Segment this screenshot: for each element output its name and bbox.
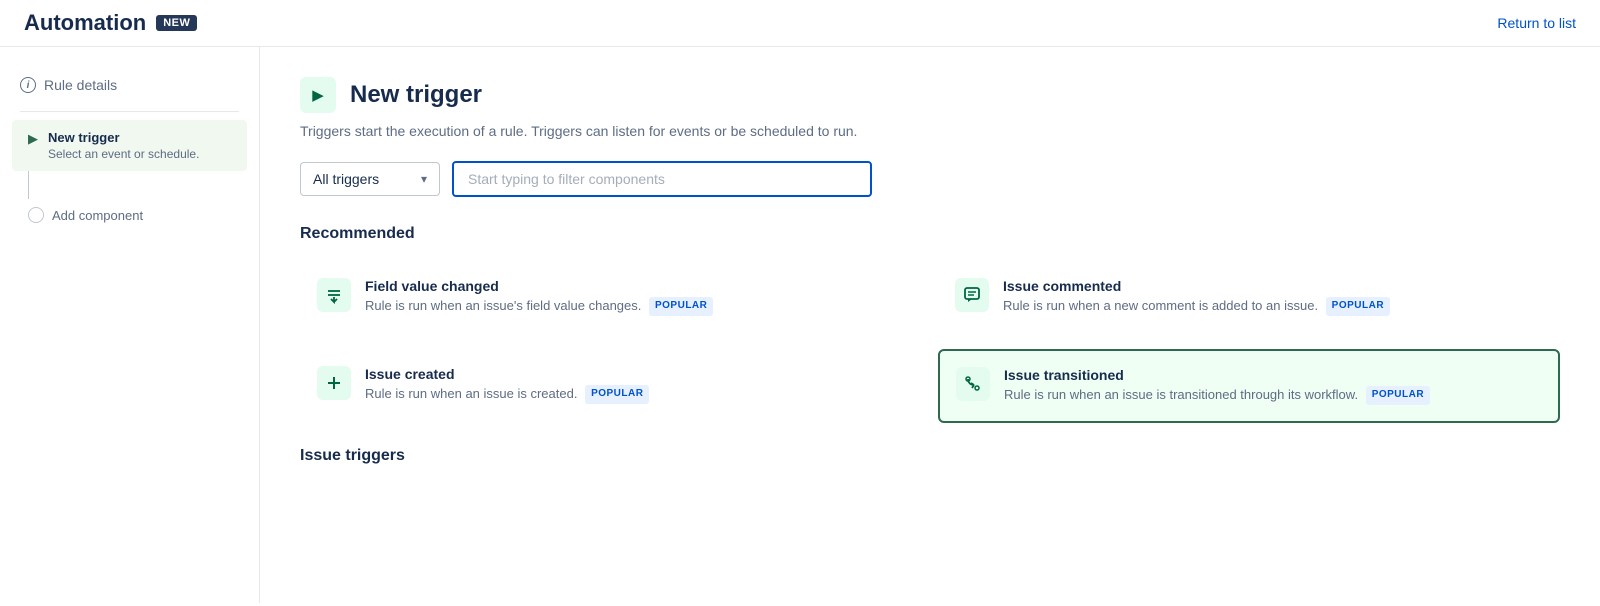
- sidebar-trigger-title: New trigger: [48, 130, 199, 145]
- card-issue-created-body: Issue created Rule is run when an issue …: [365, 366, 649, 404]
- issue-transitioned-icon: [956, 367, 990, 401]
- card-issue-commented-title: Issue commented: [1003, 278, 1390, 294]
- sidebar-divider: [20, 111, 239, 112]
- card-field-value-body: Field value changed Rule is run when an …: [365, 278, 713, 316]
- card-issue-commented[interactable]: Issue commented Rule is run when a new c…: [938, 261, 1560, 333]
- recommended-section-title: Recommended: [300, 225, 1560, 243]
- filter-row: All triggers ▾: [300, 161, 1560, 197]
- app-title: Automation: [24, 10, 146, 36]
- content-title: New trigger: [350, 81, 482, 109]
- chevron-down-icon: ▾: [421, 172, 427, 186]
- issue-triggers-section-title: Issue triggers: [300, 447, 1560, 465]
- card-issue-created-title: Issue created: [365, 366, 649, 382]
- main-layout: i Rule details ▶ New trigger Select an e…: [0, 47, 1600, 603]
- top-bar: Automation NEW Return to list: [0, 0, 1600, 47]
- card-issue-created[interactable]: Issue created Rule is run when an issue …: [300, 349, 922, 423]
- sidebar-trigger-info: New trigger Select an event or schedule.: [48, 130, 199, 161]
- return-to-list-link[interactable]: Return to list: [1497, 15, 1576, 31]
- sidebar: i Rule details ▶ New trigger Select an e…: [0, 47, 260, 603]
- popular-badge-issue-transitioned: POPULAR: [1366, 386, 1430, 405]
- sidebar-trigger-subtitle: Select an event or schedule.: [48, 147, 199, 161]
- card-issue-created-desc: Rule is run when an issue is created. PO…: [365, 385, 649, 404]
- popular-badge-issue-created: POPULAR: [585, 385, 649, 404]
- issue-created-icon: [317, 366, 351, 400]
- issue-commented-icon: [955, 278, 989, 312]
- card-field-value-desc: Rule is run when an issue's field value …: [365, 297, 713, 316]
- rule-details-label: Rule details: [44, 77, 117, 93]
- info-icon: i: [20, 77, 36, 93]
- circle-icon: [28, 207, 44, 223]
- popular-badge-field-value: POPULAR: [649, 297, 713, 316]
- sidebar-add-component[interactable]: Add component: [12, 199, 247, 231]
- add-component-label: Add component: [52, 208, 143, 223]
- play-circle-icon: ▶: [300, 77, 336, 113]
- card-field-value-changed[interactable]: Field value changed Rule is run when an …: [300, 261, 922, 333]
- dropdown-label: All triggers: [313, 171, 379, 187]
- field-value-icon: [317, 278, 351, 312]
- sidebar-trigger-item[interactable]: ▶ New trigger Select an event or schedul…: [12, 120, 247, 171]
- top-bar-left: Automation NEW: [24, 10, 197, 36]
- content-area: ▶ New trigger Triggers start the executi…: [260, 47, 1600, 603]
- content-subtitle: Triggers start the execution of a rule. …: [300, 123, 1560, 139]
- card-issue-transitioned-title: Issue transitioned: [1004, 367, 1430, 383]
- card-issue-transitioned-body: Issue transitioned Rule is run when an i…: [1004, 367, 1430, 405]
- popular-badge-issue-commented: POPULAR: [1326, 297, 1390, 316]
- play-icon: ▶: [28, 131, 38, 147]
- card-issue-commented-body: Issue commented Rule is run when a new c…: [1003, 278, 1390, 316]
- card-issue-transitioned[interactable]: Issue transitioned Rule is run when an i…: [938, 349, 1560, 423]
- filter-input[interactable]: [452, 161, 872, 197]
- content-header: ▶ New trigger: [300, 77, 1560, 113]
- card-field-value-title: Field value changed: [365, 278, 713, 294]
- cards-grid: Field value changed Rule is run when an …: [300, 261, 1560, 423]
- sidebar-rule-details[interactable]: i Rule details: [0, 67, 259, 103]
- triggers-dropdown[interactable]: All triggers ▾: [300, 162, 440, 196]
- card-issue-transitioned-desc: Rule is run when an issue is transitione…: [1004, 386, 1430, 405]
- card-issue-commented-desc: Rule is run when a new comment is added …: [1003, 297, 1390, 316]
- connector-line: [28, 171, 29, 199]
- new-badge: NEW: [156, 15, 197, 31]
